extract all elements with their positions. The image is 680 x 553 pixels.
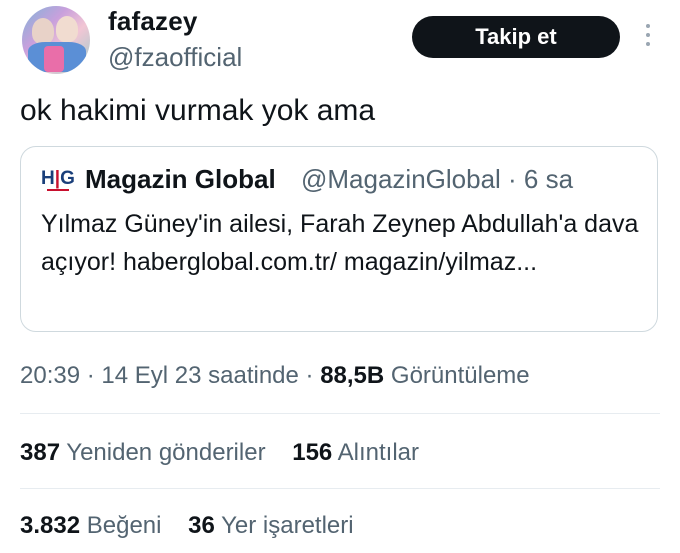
avatar-figure-1 <box>32 18 54 44</box>
retweets-link[interactable]: 387 Yeniden gönderiler <box>20 439 266 466</box>
avatar-figure-2 <box>56 16 78 42</box>
quoted-author-name[interactable]: Magazin Global <box>85 164 276 195</box>
divider <box>20 488 660 489</box>
bookmarks-count: 36 <box>188 512 215 539</box>
quoted-author-handle-time[interactable]: @MagazinGlobal · 6 sa <box>301 164 573 195</box>
bookmarks-label: Yer işaretleri <box>221 512 354 539</box>
retweets-label: Yeniden gönderiler <box>66 439 266 466</box>
views-label: Görüntüleme <box>384 362 530 389</box>
author-handle[interactable]: @fzaofficial <box>108 42 242 73</box>
avatar-figure-accent <box>44 46 64 72</box>
logo-letter-h: H <box>41 168 55 189</box>
haberglobal-logo-icon: H|G <box>41 169 75 195</box>
quotes-label: Alıntılar <box>337 439 419 466</box>
more-options-icon[interactable] <box>640 24 656 50</box>
author-name[interactable]: fafazey <box>108 6 198 37</box>
follow-button[interactable]: Takip et <box>412 16 620 58</box>
author-avatar[interactable] <box>22 6 90 74</box>
divider <box>20 413 660 414</box>
views-count: 88,5B <box>320 362 385 389</box>
stats-row-reposts: 387 Yeniden gönderiler 156 Alıntılar <box>20 439 419 467</box>
likes-label: Beğeni <box>86 512 162 539</box>
likes-count: 3.832 <box>20 512 81 539</box>
quoted-tweet-text: Yılmaz Güney'in ailesi, Farah Zeynep Abd… <box>41 210 639 276</box>
retweets-count: 387 <box>20 439 61 466</box>
quotes-count: 156 <box>292 439 333 466</box>
tweet-meta: 20:39 · 14 Eyl 23 saatinde · 88,5B Görün… <box>20 362 530 390</box>
logo-letter-g: G <box>60 168 75 189</box>
quotes-link[interactable]: 156 Alıntılar <box>292 439 419 466</box>
stats-row-likes: 3.832 Beğeni 36 Yer işaretleri <box>20 512 354 540</box>
bookmarks-link[interactable]: 36 Yer işaretleri <box>188 512 353 539</box>
tweet-timestamp[interactable]: 20:39 · 14 Eyl 23 saatinde · <box>20 362 320 389</box>
tweet-text: ok hakimi vurmak yok ama <box>20 94 376 127</box>
likes-link[interactable]: 3.832 Beğeni <box>20 512 161 539</box>
quoted-tweet-card[interactable]: H|G Magazin Global @MagazinGlobal · 6 sa… <box>20 146 658 332</box>
